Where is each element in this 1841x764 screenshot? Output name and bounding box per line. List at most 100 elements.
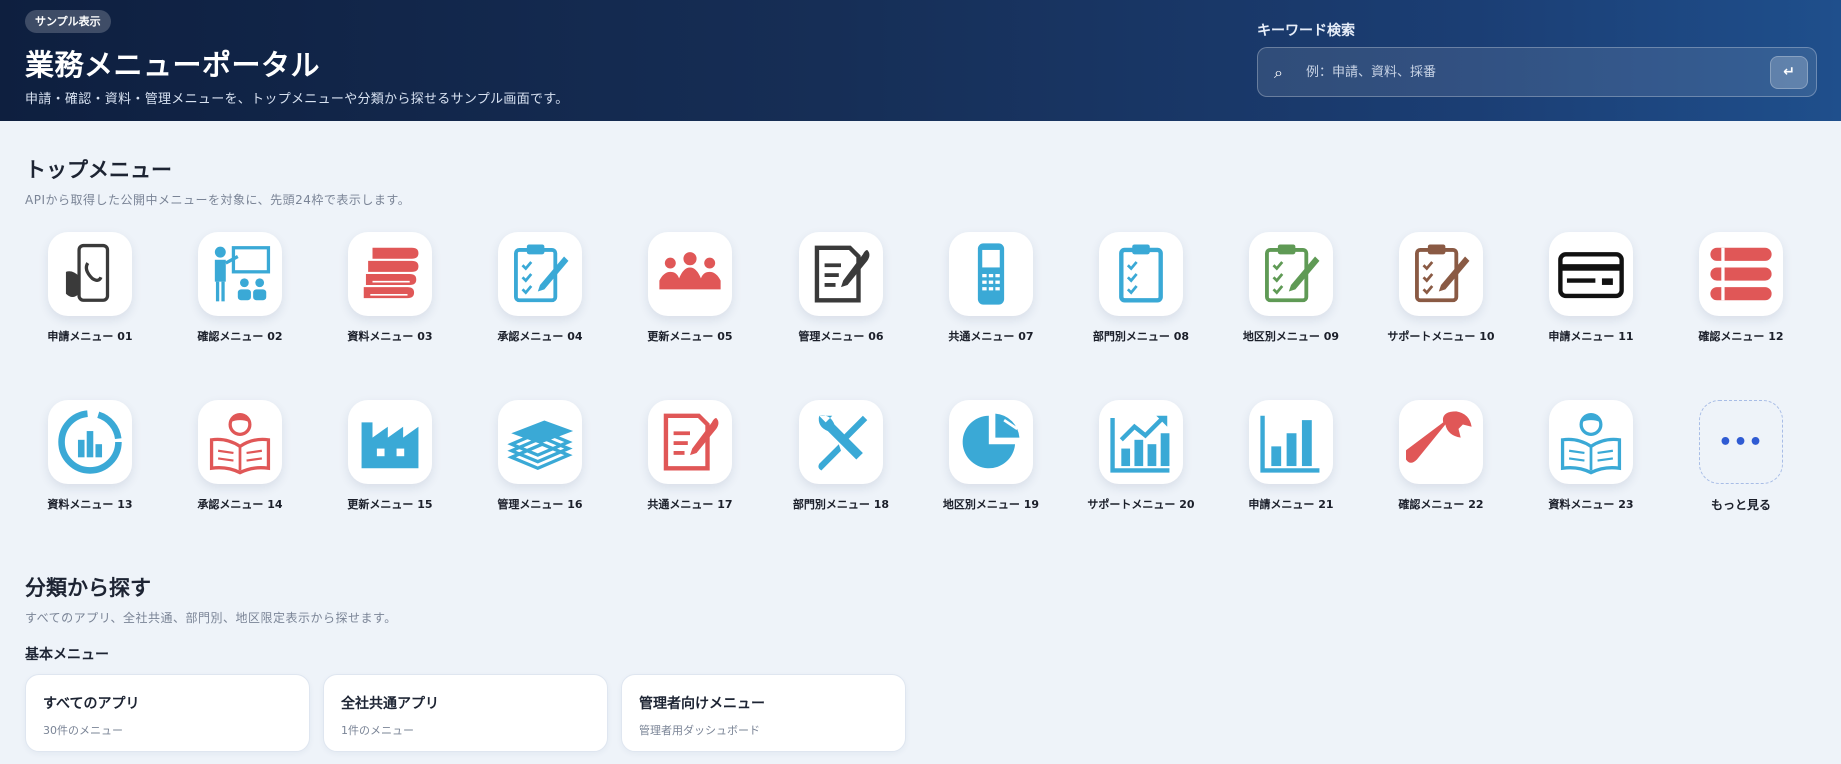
search-submit-button[interactable]: ↵ — [1770, 56, 1808, 89]
list-icon — [1706, 239, 1776, 309]
app-label: 地区別メニュー 19 — [942, 498, 1040, 511]
document-pen-icon — [806, 239, 876, 309]
app-tile[interactable]: 共通メニュー 07 — [926, 232, 1056, 362]
app-icon-tile — [348, 232, 432, 316]
app-tile[interactable]: 確認メニュー 12 — [1676, 232, 1806, 362]
factory-icon — [355, 407, 425, 477]
app-label: 地区別メニュー 09 — [1242, 330, 1340, 343]
app-tile[interactable]: 共通メニュー 17 — [625, 400, 755, 530]
app-label: 更新メニュー 05 — [647, 330, 733, 343]
app-tile[interactable]: 部門別メニュー 18 — [776, 400, 906, 530]
more-apps-button[interactable]: ••• もっと見る — [1676, 400, 1806, 530]
reader-icon — [1556, 407, 1626, 477]
app-tile[interactable]: 確認メニュー 02 — [175, 232, 305, 362]
clipboard-pen-icon — [505, 239, 575, 309]
top-menu-description: APIから取得した公開中メニューを対象に、先頭24枠で表示します。 — [25, 193, 411, 207]
app-label: 共通メニュー 17 — [647, 498, 733, 511]
top-menu-title: トップメニュー — [25, 158, 172, 182]
category-card-admin-menu[interactable]: 管理者向けメニュー 管理者用ダッシュボード — [621, 674, 906, 752]
app-label: 管理メニュー 06 — [798, 330, 884, 343]
category-card-company-apps[interactable]: 全社共通アプリ 1件のメニュー — [323, 674, 608, 752]
document-pen-icon — [655, 407, 725, 477]
bar-chart-icon — [1256, 407, 1326, 477]
app-tile[interactable]: 申請メニュー 21 — [1226, 400, 1356, 530]
app-tile[interactable]: 更新メニュー 05 — [625, 232, 755, 362]
app-tile[interactable]: サポートメニュー 20 — [1076, 400, 1206, 530]
app-tile[interactable]: 申請メニュー 01 — [25, 232, 155, 362]
category-card-all-apps[interactable]: すべてのアプリ 30件のメニュー — [25, 674, 310, 752]
app-icon-tile — [1249, 232, 1333, 316]
checklist-icon — [1106, 239, 1176, 309]
page-header: サンプル表示 業務メニューポータル 申請・確認・資料・管理メニューを、トップメニ… — [0, 0, 1841, 121]
app-tile[interactable]: 更新メニュー 15 — [325, 400, 455, 530]
category-card-sub: 30件のメニュー — [43, 724, 123, 737]
app-label: 申請メニュー 21 — [1248, 498, 1334, 511]
wrench-icon — [1406, 407, 1476, 477]
app-icon-tile — [198, 232, 282, 316]
app-icon-tile — [1699, 232, 1783, 316]
app-icon-tile — [949, 232, 1033, 316]
app-icon-tile — [498, 232, 582, 316]
app-label: 部門別メニュー 18 — [792, 498, 890, 511]
reader-icon — [205, 407, 275, 477]
app-tile[interactable]: 地区別メニュー 09 — [1226, 232, 1356, 362]
clipboard-pen-icon — [1256, 239, 1326, 309]
app-icon-tile — [1099, 232, 1183, 316]
audience-icon — [655, 239, 725, 309]
app-tile[interactable]: 資料メニュー 13 — [25, 400, 155, 530]
search-label: キーワード検索 — [1257, 23, 1355, 39]
app-label: 確認メニュー 12 — [1698, 330, 1784, 343]
category-group-title: 基本メニュー — [25, 647, 109, 663]
page-subtitle: 申請・確認・資料・管理メニューを、トップメニューや分類から探せるサンプル画面です… — [25, 92, 569, 107]
app-icon-tile — [48, 400, 132, 484]
phone-hand-icon — [55, 239, 125, 309]
app-icon-tile — [799, 232, 883, 316]
app-label: 申請メニュー 01 — [47, 330, 133, 343]
category-card-name: すべてのアプリ — [43, 696, 140, 712]
app-label: 管理メニュー 16 — [497, 498, 583, 511]
app-tile[interactable]: 管理メニュー 06 — [776, 232, 906, 362]
app-tile[interactable]: 管理メニュー 16 — [475, 400, 605, 530]
books-icon — [355, 239, 425, 309]
more-dots-icon: ••• — [1718, 429, 1764, 455]
app-label: 確認メニュー 22 — [1398, 498, 1484, 511]
app-tile[interactable]: 地区別メニュー 19 — [926, 400, 1056, 530]
app-icon-tile — [1399, 400, 1483, 484]
app-tile[interactable]: 確認メニュー 22 — [1376, 400, 1506, 530]
app-icon-tile — [648, 400, 732, 484]
id-card-icon — [1556, 239, 1626, 309]
app-tile[interactable]: 承認メニュー 14 — [175, 400, 305, 530]
more-label: もっと見る — [1710, 498, 1771, 512]
app-icon-tile — [949, 400, 1033, 484]
app-tile[interactable]: サポートメニュー 10 — [1376, 232, 1506, 362]
more-icon-tile: ••• — [1699, 400, 1783, 484]
dashboard-chart-icon — [55, 407, 125, 477]
app-label: 資料メニュー 03 — [347, 330, 433, 343]
mobile-phone-icon — [956, 239, 1026, 309]
app-icon-tile — [48, 232, 132, 316]
clipboard-pen-icon — [1406, 239, 1476, 309]
app-tile[interactable]: 資料メニュー 23 — [1526, 400, 1656, 530]
growth-chart-icon — [1106, 407, 1176, 477]
app-tile[interactable]: 承認メニュー 04 — [475, 232, 605, 362]
category-card-name: 管理者向けメニュー — [639, 696, 765, 712]
app-label: 資料メニュー 13 — [47, 498, 133, 511]
app-label: サポートメニュー 10 — [1387, 330, 1495, 343]
search-input[interactable] — [1306, 56, 1746, 88]
app-tile[interactable]: 申請メニュー 11 — [1526, 232, 1656, 362]
app-label: 承認メニュー 14 — [197, 498, 283, 511]
app-icon-tile — [1099, 400, 1183, 484]
app-label: 申請メニュー 11 — [1548, 330, 1634, 343]
app-icon-tile — [1549, 232, 1633, 316]
app-icon-tile — [1399, 232, 1483, 316]
search-icon: ⌕ — [1274, 63, 1283, 82]
app-icon-tile — [1249, 400, 1333, 484]
app-tile[interactable]: 資料メニュー 03 — [325, 232, 455, 362]
search-box: ⌕ ↵ — [1257, 47, 1817, 97]
app-icon-tile — [648, 232, 732, 316]
category-card-sub: 管理者用ダッシュボード — [639, 724, 760, 737]
app-label: サポートメニュー 20 — [1087, 498, 1195, 511]
app-icon-tile — [348, 400, 432, 484]
app-tile[interactable]: 部門別メニュー 08 — [1076, 232, 1206, 362]
categories-title: 分類から探す — [25, 576, 151, 600]
